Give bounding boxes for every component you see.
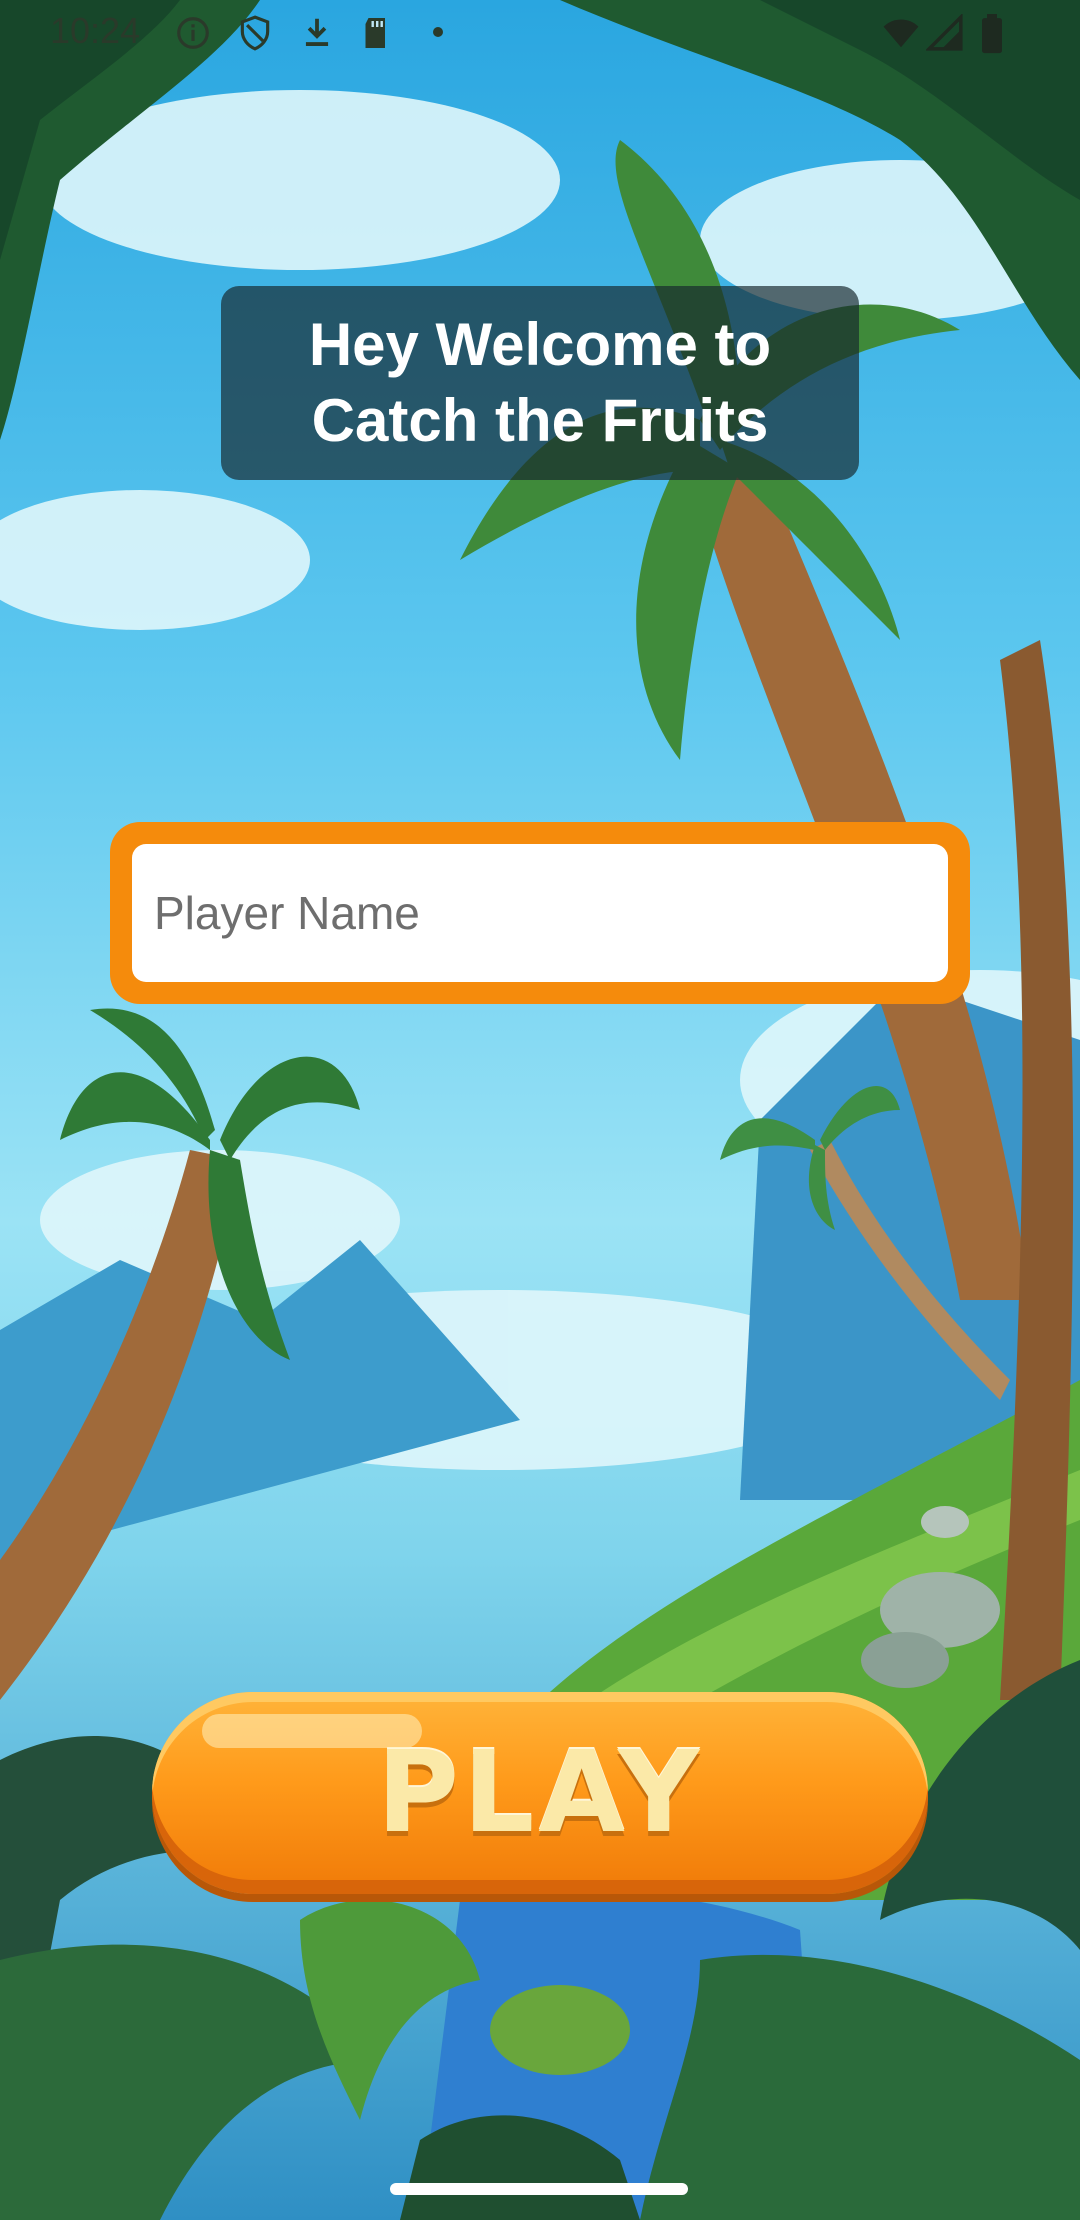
battery-icon (982, 14, 1002, 54)
shield-icon (240, 15, 270, 51)
wifi-icon (883, 19, 919, 48)
home-gesture-handle[interactable] (390, 2183, 688, 2195)
status-time: 10:24 (50, 10, 141, 51)
dot-icon (433, 27, 443, 37)
info-icon (177, 17, 209, 49)
play-button[interactable]: PLAY (152, 1692, 928, 1894)
signal-icon (926, 14, 963, 51)
welcome-title-panel: Hey Welcome to Catch the Fruits (221, 286, 859, 480)
download-icon (305, 18, 329, 46)
status-bar: 10:24 (0, 0, 1080, 66)
player-name-field-frame (110, 822, 970, 1004)
game-start-screen: 10:24 Hey Welcome to Catch the Fruits Pl… (0, 0, 1080, 2220)
play-button-label: PLAY (376, 1728, 704, 1858)
welcome-title: Hey Welcome to Catch the Fruits (308, 311, 772, 454)
sd-card-icon (365, 18, 385, 48)
player-name-input[interactable] (132, 844, 948, 982)
